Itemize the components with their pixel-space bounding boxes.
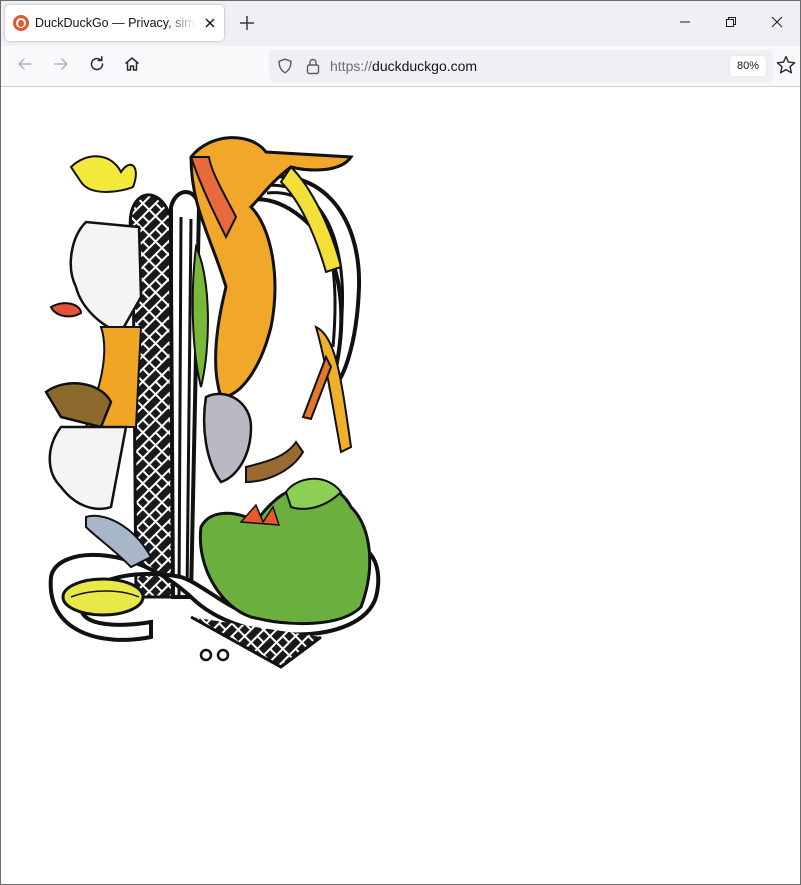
- navigation-toolbar: https://duckduckgo.com 80%: [1, 46, 800, 87]
- new-tab-button[interactable]: [237, 13, 257, 33]
- arrow-right-icon: [52, 55, 70, 78]
- close-window-button[interactable]: [754, 1, 800, 46]
- browser-window: DuckDuckGo — Privacy, simplified.: [0, 0, 801, 885]
- tab-title: DuckDuckGo — Privacy, simplified.: [35, 16, 195, 30]
- forward-button[interactable]: [49, 54, 73, 78]
- duckduckgo-favicon-icon: [13, 15, 29, 31]
- reload-icon: [88, 55, 106, 78]
- minimize-icon: [679, 15, 691, 33]
- lock-icon[interactable]: [305, 57, 321, 75]
- tab-strip: DuckDuckGo — Privacy, simplified.: [1, 1, 800, 46]
- restore-icon: [725, 15, 737, 33]
- minimize-button[interactable]: [662, 1, 708, 46]
- home-icon: [123, 55, 141, 78]
- star-icon: [775, 55, 797, 80]
- bookmark-button[interactable]: [775, 54, 797, 76]
- url-host: duckduckgo.com: [372, 58, 478, 74]
- url-scheme: https://: [330, 58, 373, 74]
- illuminated-initial-image: [44, 136, 381, 669]
- reload-button[interactable]: [85, 54, 109, 78]
- close-icon: [771, 15, 783, 33]
- back-button[interactable]: [13, 54, 37, 78]
- restore-button[interactable]: [708, 1, 754, 46]
- home-button[interactable]: [120, 54, 144, 78]
- page-content: [1, 87, 800, 884]
- url-text[interactable]: https://duckduckgo.com: [330, 50, 477, 82]
- tab-close-icon[interactable]: [202, 15, 218, 31]
- address-bar[interactable]: https://duckduckgo.com 80%: [269, 50, 773, 82]
- arrow-left-icon: [16, 55, 34, 78]
- zoom-level-button[interactable]: 80%: [730, 56, 766, 76]
- tracking-protection-shield-icon[interactable]: [277, 58, 293, 74]
- tab-duckduckgo[interactable]: DuckDuckGo — Privacy, simplified.: [5, 5, 224, 41]
